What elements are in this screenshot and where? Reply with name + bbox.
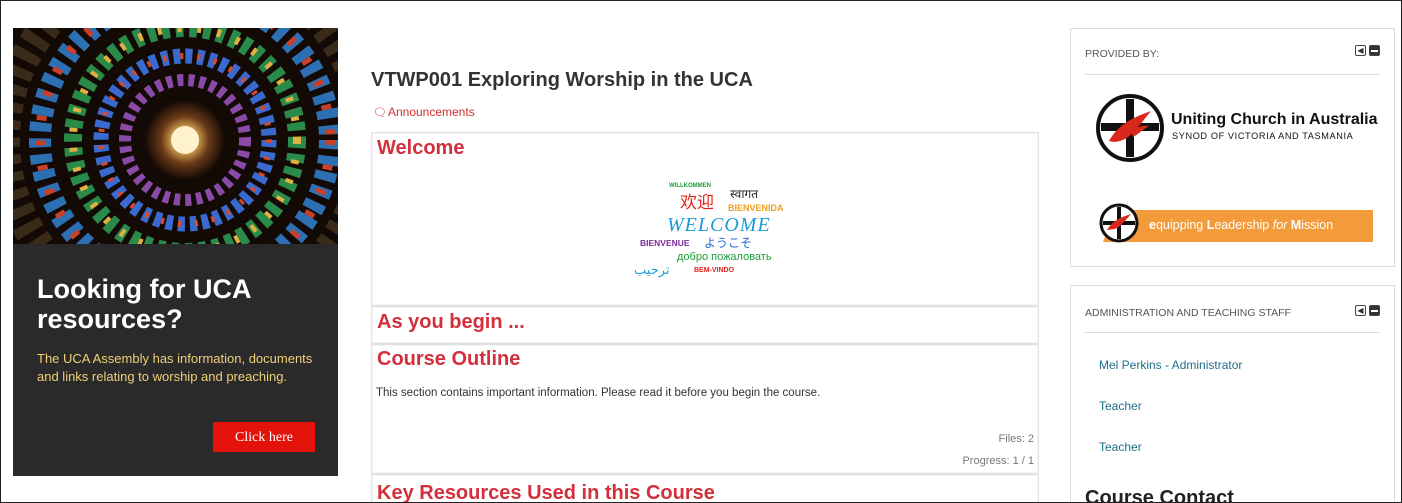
cloud-word: ترحيب — [634, 262, 670, 277]
collapse-block-icon[interactable] — [1369, 305, 1380, 316]
uca-synod: SYNOD OF VICTORIA AND TASMANIA — [1172, 131, 1354, 141]
block-controls: ◀ — [1355, 45, 1380, 56]
staff-link-teacher[interactable]: Teacher — [1099, 399, 1142, 413]
section-key-resources[interactable]: Key Resources Used in this Course — [371, 474, 1039, 502]
stained-glass-spiral-image — [13, 28, 338, 244]
section-course-outline[interactable]: Course Outline This section contains imp… — [371, 344, 1039, 474]
uca-resources-promo: Looking for UCA resources? The UCA Assem… — [13, 28, 338, 476]
click-here-button[interactable]: Click here — [213, 422, 315, 452]
cloud-word: BIENVENUE — [640, 238, 690, 248]
cloud-word: добро пожаловать — [677, 251, 772, 263]
cloud-word: स्वागत — [730, 187, 759, 201]
staff-link-administrator[interactable]: Mel Perkins - Administrator — [1099, 358, 1242, 372]
block-header-staff: ADMINISTRATION AND TEACHING STAFF — [1085, 307, 1291, 319]
section-title-welcome: Welcome — [377, 137, 465, 159]
page-frame: Looking for UCA resources? The UCA Assem… — [0, 0, 1402, 503]
block-staff: ADMINISTRATION AND TEACHING STAFF ◀ Mel … — [1070, 285, 1395, 502]
elm-emblem-icon — [1099, 203, 1139, 243]
cloud-word: WELCOME — [667, 214, 771, 236]
uca-name: Uniting Church in Australia — [1171, 111, 1378, 128]
section-title-as-you-begin[interactable]: As you begin ... — [377, 311, 525, 334]
cloud-word: 欢迎 — [680, 193, 714, 213]
announcements-label: Announcements — [387, 105, 475, 119]
announcements-link[interactable]: 🗨︎Announcements — [373, 105, 475, 119]
cloud-word: BIENVENIDA — [728, 203, 784, 213]
collapse-block-icon[interactable] — [1369, 45, 1380, 56]
section-summary: This section contains important informat… — [376, 387, 821, 399]
progress-text: Progress: 1 / 1 — [962, 455, 1034, 467]
welcome-word-cloud-image: WILLKOMMEN स्वागत 欢迎 BIENVENIDA WELCOME … — [634, 177, 784, 289]
cloud-word: ようこそ — [704, 236, 753, 250]
block-header-provided-by: PROVIDED BY: — [1085, 48, 1160, 60]
elm-tagline: equipping Leadership for Mission — [1149, 218, 1334, 232]
dock-block-icon[interactable]: ◀ — [1355, 305, 1366, 316]
promo-description: The UCA Assembly has information, docume… — [37, 351, 313, 384]
cloud-word: WILLKOMMEN — [669, 183, 711, 189]
block-controls: ◀ — [1355, 305, 1380, 316]
section-title-course-outline[interactable]: Course Outline — [377, 348, 520, 371]
uca-logo[interactable]: Uniting Church in Australia SYNOD OF VIC… — [1095, 93, 1378, 163]
equipping-leadership-for-mission-logo[interactable]: equipping Leadership for Mission — [1097, 203, 1373, 243]
uca-emblem-icon — [1096, 94, 1164, 162]
block-divider — [1085, 74, 1380, 75]
files-count: Files: 2 — [998, 433, 1034, 445]
block-divider — [1085, 332, 1380, 333]
comments-icon: 🗨︎ — [373, 107, 387, 119]
course-contact-heading: Course Contact — [1085, 487, 1234, 503]
section-welcome: Welcome WILLKOMMEN स्वागत 欢迎 BIENVENIDA … — [371, 132, 1039, 306]
promo-title: Looking for UCA resources? — [37, 274, 251, 334]
section-title-key-resources[interactable]: Key Resources Used in this Course — [377, 482, 715, 502]
block-provided-by: PROVIDED BY: ◀ Uniting Church in Austral… — [1070, 28, 1395, 267]
page-title: VTWP001 Exploring Worship in the UCA — [371, 69, 753, 91]
dock-block-icon[interactable]: ◀ — [1355, 45, 1366, 56]
section-as-you-begin[interactable]: As you begin ... — [371, 306, 1039, 344]
staff-link-teacher[interactable]: Teacher — [1099, 440, 1142, 454]
cloud-word: BEM-VINDO — [694, 267, 735, 274]
